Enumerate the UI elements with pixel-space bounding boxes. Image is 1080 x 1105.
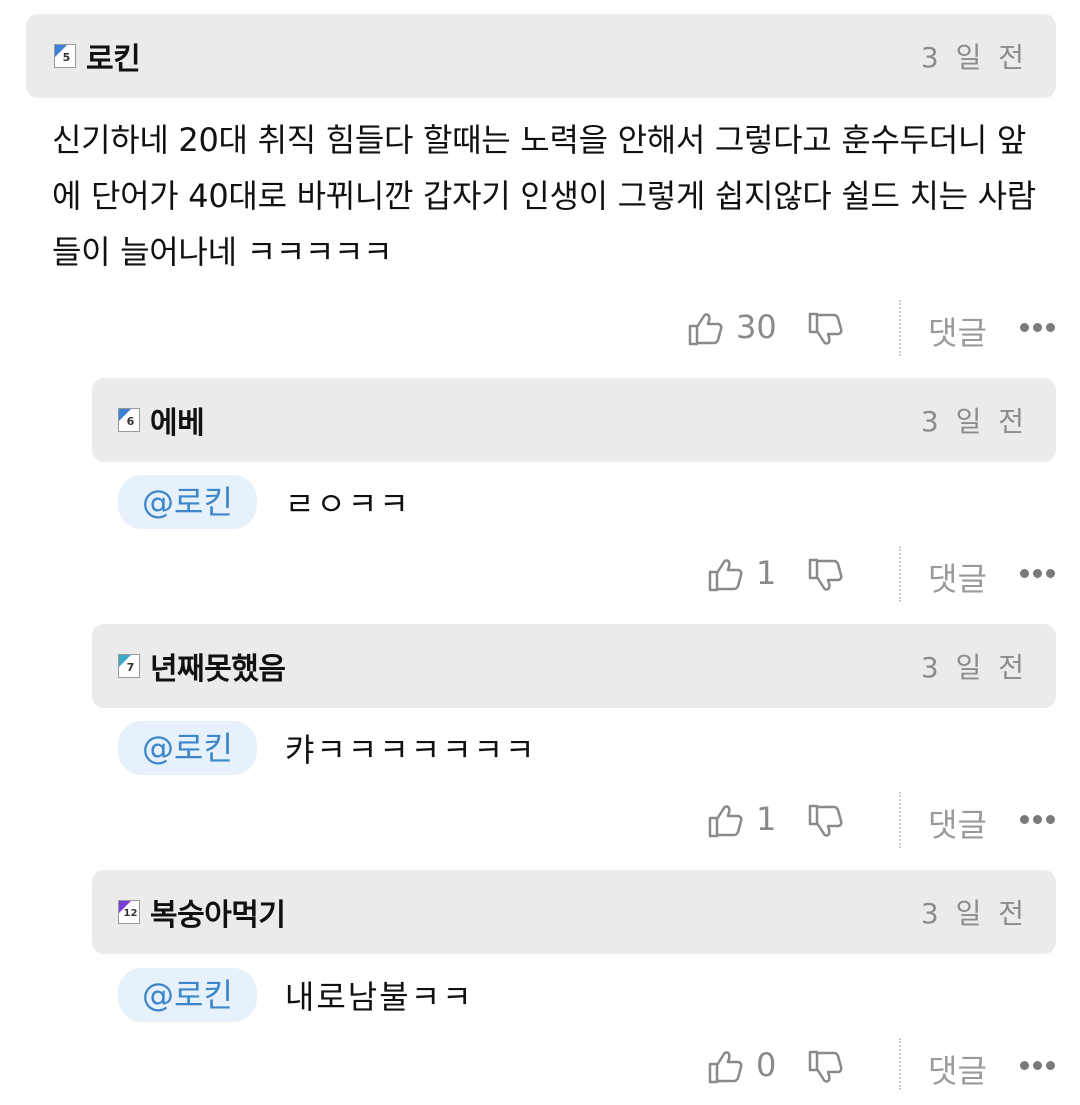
comment-author[interactable]: 로킨	[86, 34, 141, 78]
like-count: 1	[756, 800, 777, 838]
thumbs-up-icon[interactable]	[706, 800, 746, 840]
like-count: 1	[756, 554, 777, 592]
like-count: 0	[756, 1046, 777, 1084]
level-badge-icon: 6	[118, 408, 140, 432]
action-divider	[899, 1038, 901, 1090]
level-number: 5	[62, 51, 71, 64]
more-dots-icon[interactable]	[1020, 569, 1055, 578]
level-number: 12	[123, 908, 138, 919]
mention-tag[interactable]: @로킨	[118, 475, 257, 529]
level-number: 7	[126, 661, 135, 674]
more-dots-icon[interactable]	[1020, 815, 1055, 824]
thumbs-down-icon[interactable]	[806, 556, 846, 596]
reply-button[interactable]: 댓글	[928, 554, 987, 600]
level-badge-icon: 7	[118, 654, 140, 678]
comment-text: 신기하네 20대 취직 힘들다 할때는 노력을 안해서 그렇다고 훈수두더니 앞…	[52, 121, 1036, 271]
action-divider	[899, 546, 901, 602]
reply-body: @로킨 ㄹㅇㅋㅋ	[118, 475, 411, 529]
reply-text: 내로남불ㅋㅋ	[284, 978, 474, 1016]
mention-tag[interactable]: @로킨	[118, 721, 257, 775]
reply-header: 6 에베 3 일 전	[92, 378, 1056, 462]
thumbs-down-icon[interactable]	[806, 802, 846, 842]
reply-button[interactable]: 댓글	[928, 1046, 987, 1092]
reply-author[interactable]: 복숭아먹기	[150, 890, 286, 934]
reply-body: @로킨 내로남불ㅋㅋ	[118, 968, 474, 1022]
reply-author[interactable]: 에베	[150, 398, 205, 442]
reply-author[interactable]: 년째못했음	[150, 644, 286, 688]
level-badge-icon: 5	[54, 44, 76, 68]
thumbs-up-icon[interactable]	[706, 554, 746, 594]
level-badge-icon: 12	[118, 900, 140, 924]
level-number: 6	[126, 415, 135, 428]
reply-text: ㄹㅇㅋㅋ	[284, 485, 411, 523]
reply-header: 7 년째못했음 3 일 전	[92, 624, 1056, 708]
more-dots-icon[interactable]	[1020, 323, 1055, 332]
comment-header: 5 로킨 3 일 전	[26, 14, 1056, 98]
more-dots-icon[interactable]	[1020, 1061, 1055, 1070]
action-divider	[899, 792, 901, 848]
like-count: 30	[736, 308, 777, 346]
thumbs-down-icon[interactable]	[806, 310, 846, 350]
action-divider	[899, 300, 901, 356]
reply-button[interactable]: 댓글	[928, 800, 987, 846]
reply-body: @로킨 캬ㅋㅋㅋㅋㅋㅋㅋ	[118, 721, 536, 775]
reply-text: 캬ㅋㅋㅋㅋㅋㅋㅋ	[284, 731, 537, 769]
reply-button[interactable]: 댓글	[928, 308, 987, 354]
reply-time: 3 일 전	[920, 651, 1028, 684]
reply-header: 12 복숭아먹기 3 일 전	[92, 870, 1056, 954]
reply-time: 3 일 전	[920, 405, 1028, 438]
mention-tag[interactable]: @로킨	[118, 968, 257, 1022]
thumbs-down-icon[interactable]	[806, 1048, 846, 1088]
thumbs-up-icon[interactable]	[686, 308, 726, 348]
comment-time: 3 일 전	[920, 41, 1028, 74]
thumbs-up-icon[interactable]	[706, 1046, 746, 1086]
reply-time: 3 일 전	[920, 897, 1028, 930]
